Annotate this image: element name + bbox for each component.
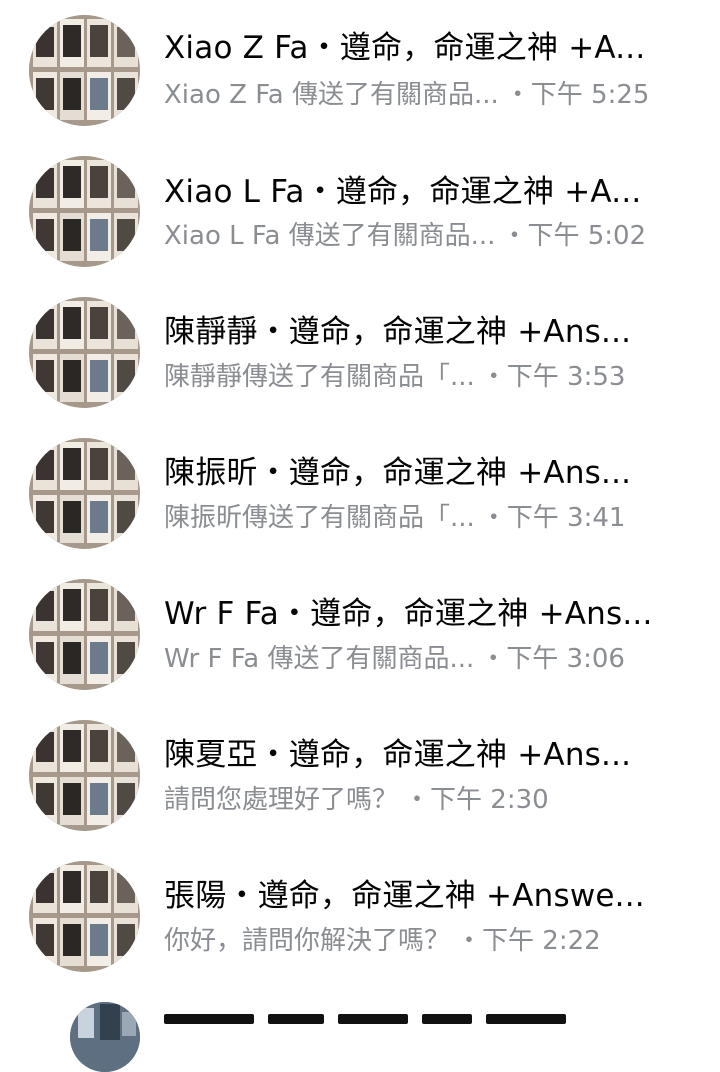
conversation-preview-line: Xiao Z Fa 傳送了有關商品... ・下午 5:25 <box>164 78 694 112</box>
book-collage-avatar <box>29 861 140 972</box>
message-preview: 你好，請問你解決了嗎？ <box>164 926 451 956</box>
message-time: ・下午 3:53 <box>480 362 626 392</box>
message-time: ・下午 3:06 <box>480 644 625 674</box>
conversation-title: Wr F Fa・遵命，命運之神 +Ans... <box>164 596 653 632</box>
conversation-row[interactable]: 張陽・遵命，命運之神 +Answe... 你好，請問你解決了嗎？ ・下午 2:22 <box>0 846 720 986</box>
message-preview: Xiao L Fa 傳送了有關商品... <box>164 221 496 251</box>
message-time: ・下午 2:30 <box>404 785 549 815</box>
photo-avatar-icon <box>70 1002 140 1072</box>
conversation-row[interactable]: 陳振昕・遵命，命運之神 +Ans... 陳振昕傳送了有關商品「... ・下午 3:… <box>0 423 720 563</box>
message-preview: Wr F Fa 傳送了有關商品... <box>164 644 475 674</box>
book-collage-avatar <box>29 156 140 267</box>
conversation-title: Xiao Z Fa・遵命，命運之神 +A... <box>164 30 646 66</box>
conversation-title: Xiao L Fa・遵命，命運之神 +A... <box>164 174 642 210</box>
cut-off-text <box>164 1014 566 1024</box>
book-collage-avatar <box>29 15 140 126</box>
conversation-title: 陳夏亞・遵命，命運之神 +Ans... <box>164 737 632 773</box>
book-collage-avatar <box>29 720 140 831</box>
conversation-row[interactable]: 陳靜靜・遵命，命運之神 +Ans... 陳靜靜傳送了有關商品「... ・下午 3:… <box>0 282 720 422</box>
partial-conversation-title <box>164 1004 684 1024</box>
conversation-preview-line: 請問您處理好了嗎？ ・下午 2:30 <box>164 783 694 817</box>
message-time: ・下午 5:25 <box>504 80 650 110</box>
message-time: ・下午 5:02 <box>501 221 647 251</box>
message-preview: Xiao Z Fa 傳送了有關商品... <box>164 80 499 110</box>
conversation-row[interactable]: 陳夏亞・遵命，命運之神 +Ans... 請問您處理好了嗎？ ・下午 2:30 <box>0 705 720 845</box>
conversation-preview-line: 你好，請問你解決了嗎？ ・下午 2:22 <box>164 924 694 958</box>
conversation-title: 陳振昕・遵命，命運之神 +Ans... <box>164 455 632 491</box>
message-time: ・下午 2:22 <box>456 926 601 956</box>
message-preview: 陳靜靜傳送了有關商品「... <box>164 362 475 392</box>
conversation-preview-line: Wr F Fa 傳送了有關商品... ・下午 3:06 <box>164 642 694 676</box>
conversation-title: 張陽・遵命，命運之神 +Answe... <box>164 878 645 914</box>
conversation-preview-line: Xiao L Fa 傳送了有關商品... ・下午 5:02 <box>164 219 694 253</box>
conversation-row[interactable]: Xiao Z Fa・遵命，命運之神 +A... Xiao Z Fa 傳送了有關商… <box>0 0 720 140</box>
conversation-title: 陳靜靜・遵命，命運之神 +Ans... <box>164 314 632 350</box>
message-preview: 請問您處理好了嗎？ <box>164 785 399 815</box>
book-collage-avatar <box>29 297 140 408</box>
book-collage-avatar <box>29 579 140 690</box>
book-collage-avatar <box>29 438 140 549</box>
conversation-preview-line: 陳振昕傳送了有關商品「... ・下午 3:41 <box>164 501 694 535</box>
message-preview: 陳振昕傳送了有關商品「... <box>164 503 475 533</box>
conversation-preview-line: 陳靜靜傳送了有關商品「... ・下午 3:53 <box>164 360 694 394</box>
conversation-row[interactable]: Xiao L Fa・遵命，命運之神 +A... Xiao L Fa 傳送了有關商… <box>0 141 720 281</box>
partial-avatar[interactable] <box>70 1002 140 1072</box>
message-time: ・下午 3:41 <box>480 503 626 533</box>
conversation-row[interactable]: Wr F Fa・遵命，命運之神 +Ans... Wr F Fa 傳送了有關商品.… <box>0 564 720 704</box>
